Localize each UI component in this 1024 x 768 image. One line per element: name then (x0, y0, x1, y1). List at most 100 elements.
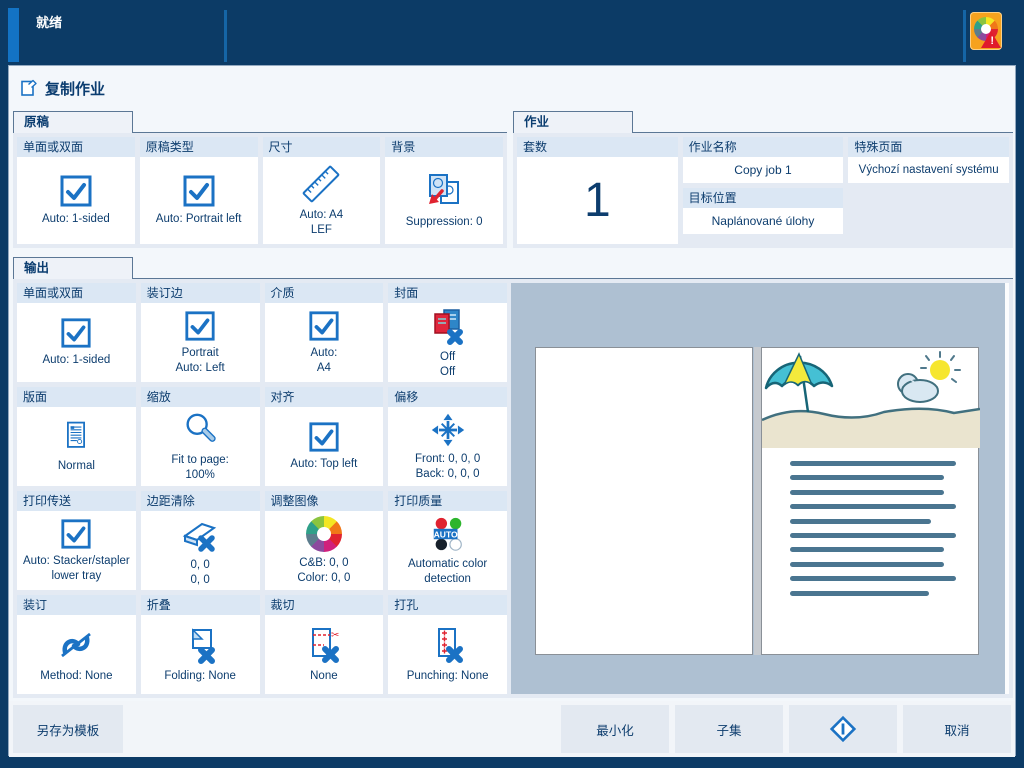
start-button[interactable] (789, 705, 897, 753)
page-gutter (754, 347, 761, 655)
copy-job-panel: 复制作业 原稿 单面或双面 Auto: 1-sided 原稿类型 (8, 65, 1016, 756)
checkbox-icon (184, 310, 216, 342)
card-value: Front: 0, 0, 0 Back: 0, 0, 0 (415, 452, 480, 482)
job-preview-panel (511, 283, 1009, 694)
card-label: 打印质量 (388, 491, 507, 511)
tab-original[interactable]: 原稿 (13, 111, 133, 133)
card-folding[interactable]: 折叠 Folding: None (141, 595, 260, 694)
staple-none-icon (56, 625, 96, 665)
shift-arrows-icon (430, 412, 466, 448)
card-layout[interactable]: 版面 Normal (17, 387, 136, 486)
card-value: Auto: Stacker/stapler lower tray (23, 554, 130, 584)
color-wheel-icon (306, 516, 342, 552)
preview-page-blank (535, 347, 753, 655)
doc-line (790, 547, 944, 552)
umbrella-icon (766, 354, 832, 412)
card-size[interactable]: 尺寸 Auto: A4 LEF (263, 137, 381, 244)
covers-off-icon (428, 306, 468, 346)
save-as-template-button[interactable]: 另存为模板 (13, 705, 123, 753)
card-destination[interactable]: 目标位置 Naplánované úlohy (683, 188, 844, 234)
card-label: 单面或双面 (17, 283, 136, 303)
preview-page-content (761, 347, 979, 655)
checkbox-icon (60, 518, 92, 550)
card-adjust-image[interactable]: 调整图像 C&B: 0, 0 Color: 0, 0 (265, 491, 384, 590)
card-label: 偏移 (388, 387, 507, 407)
subset-button[interactable]: 子集 (675, 705, 783, 753)
card-label: 版面 (17, 387, 136, 407)
checkbox-icon (59, 174, 93, 208)
doc-lines (762, 453, 978, 596)
card-value: Off Off (440, 350, 455, 380)
punch-none-icon (428, 625, 468, 665)
card-trimming[interactable]: 裁切 ✂ None (265, 595, 384, 694)
card-label: 边距清除 (141, 491, 260, 511)
doc-line (790, 475, 944, 480)
card-label: 单面或双面 (17, 137, 135, 157)
sets-count: 1 (517, 157, 678, 244)
card-media[interactable]: 介质 Auto: A4 (265, 283, 384, 382)
card-shift[interactable]: 偏移 Front: 0, 0, 0 Back: 0, 0, 0 (388, 387, 507, 486)
card-sides-original[interactable]: 单面或双面 Auto: 1-sided (17, 137, 135, 244)
trim-none-icon: ✂ (304, 625, 344, 665)
card-alignment[interactable]: 对齐 Auto: Top left (265, 387, 384, 486)
section-output: 输出 单面或双面 Auto: 1-sided 装订边 (13, 257, 1013, 698)
minimize-button[interactable]: 最小化 (561, 705, 669, 753)
panel-titlebar: 复制作业 (9, 66, 1015, 110)
card-label: 背景 (385, 137, 503, 157)
section-original: 原稿 单面或双面 Auto: 1-sided 原稿类型 (13, 111, 507, 248)
card-print-delivery[interactable]: 打印传送 Auto: Stacker/stapler lower tray (17, 491, 136, 590)
card-value: Suppression: 0 (406, 215, 483, 230)
copy-job-icon (19, 77, 39, 102)
checkbox-icon (308, 310, 340, 342)
card-covers[interactable]: 封面 Off Off (388, 283, 507, 382)
card-value: Folding: None (164, 669, 236, 684)
tab-output[interactable]: 输出 (13, 257, 133, 279)
card-original-type[interactable]: 原稿类型 Auto: Portrait left (140, 137, 258, 244)
card-label: 特殊页面 (848, 137, 1009, 157)
card-label: 缩放 (141, 387, 260, 407)
card-number-of-sets[interactable]: 套数 1 (517, 137, 678, 244)
margin-erase-icon (180, 514, 220, 554)
sun-icon (921, 352, 960, 382)
card-sides-output[interactable]: 单面或双面 Auto: 1-sided (17, 283, 136, 382)
card-label: 打印传送 (17, 491, 136, 511)
card-value: Fit to page: 100% (171, 453, 229, 483)
color-calibration-warning-icon[interactable]: ! (970, 12, 1002, 50)
card-zoom[interactable]: 缩放 Fit to page: 100% (141, 387, 260, 486)
card-label: 作业名称 (683, 137, 844, 157)
printer-status-text: 就绪 (36, 12, 62, 31)
card-value: Punching: None (407, 669, 489, 684)
card-label: 目标位置 (683, 188, 844, 208)
cancel-button[interactable]: 取消 (903, 705, 1011, 753)
doc-line (790, 504, 956, 509)
doc-line (790, 490, 944, 495)
page-title: 复制作业 (45, 78, 105, 99)
fold-none-icon (180, 625, 220, 665)
card-print-quality[interactable]: 打印质量 AUTO Automatic color detection (388, 491, 507, 590)
card-stapling[interactable]: 装订 Method: None (17, 595, 136, 694)
doc-line (790, 461, 956, 466)
card-value: Normal (58, 459, 95, 474)
card-label: 装订 (17, 595, 136, 615)
tab-job[interactable]: 作业 (513, 111, 633, 133)
auto-color-icon: AUTO (429, 515, 467, 553)
card-label: 打孔 (388, 595, 507, 615)
card-value: Auto: A4 LEF (300, 208, 343, 238)
card-value: Method: None (40, 669, 112, 684)
card-special-pages[interactable]: 特殊页面 Výchozí nastavení systému (848, 137, 1009, 183)
card-punching[interactable]: 打孔 Punching: None (388, 595, 507, 694)
card-label: 对齐 (265, 387, 384, 407)
card-binding-edge[interactable]: 装订边 Portrait Auto: Left (141, 283, 260, 382)
card-value: None (310, 669, 338, 684)
card-value: Auto: Portrait left (156, 212, 242, 227)
card-margin-erase[interactable]: 边距清除 0, 0 0, 0 (141, 491, 260, 590)
card-background[interactable]: 背景 Suppression: 0 (385, 137, 503, 244)
card-job-name[interactable]: 作业名称 Copy job 1 (683, 137, 844, 183)
doc-line (790, 591, 929, 596)
section-job: 作业 套数 1 作业名称 Copy job 1 目标位置 Naplánované… (513, 111, 1013, 248)
doc-line (790, 519, 931, 524)
doc-line (790, 533, 956, 538)
cloud-icon (898, 374, 938, 402)
beach-illustration (762, 348, 980, 448)
start-diamond-icon (828, 714, 858, 744)
